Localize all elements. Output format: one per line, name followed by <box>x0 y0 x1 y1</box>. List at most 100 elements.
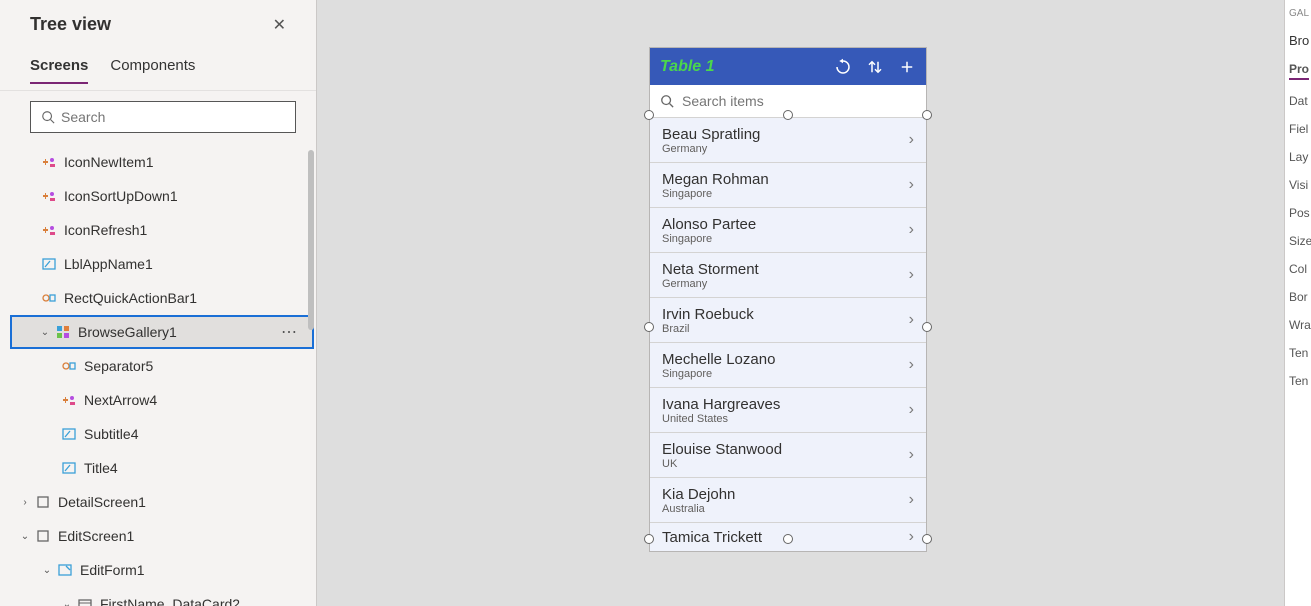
selection-handle[interactable] <box>922 110 932 120</box>
canvas-area[interactable]: Table 1 Beau SpratlingGermany›Megan Rohm… <box>317 0 1284 606</box>
add-icon[interactable] <box>898 58 916 76</box>
more-menu-icon[interactable]: ⋯ <box>281 322 298 342</box>
tree-item-iconsortupdown1[interactable]: IconSortUpDown1 <box>0 179 316 213</box>
chevron-right-icon[interactable]: › <box>909 131 914 149</box>
chevron-down-icon[interactable]: ⌄ <box>60 599 74 606</box>
prop-template[interactable]: Ten <box>1289 346 1307 360</box>
gallery-item[interactable]: Alonso ParteeSingapore› <box>650 208 926 253</box>
selection-handle[interactable] <box>644 534 654 544</box>
tree-item-firstnamedatacard2[interactable]: ⌄ FirstName_DataCard2 <box>0 587 316 606</box>
item-title: Elouise Stanwood <box>662 441 782 458</box>
chevron-right-icon[interactable]: › <box>909 528 914 546</box>
selection-handle[interactable] <box>783 110 793 120</box>
tree-item-iconnewitem1[interactable]: IconNewItem1 <box>0 145 316 179</box>
tree-item-separator5[interactable]: Separator5 <box>0 349 316 383</box>
rect-icon <box>60 359 78 373</box>
item-subtitle: Singapore <box>662 233 756 245</box>
tree-item-editform1[interactable]: ⌄ EditForm1 <box>0 553 316 587</box>
prop-border[interactable]: Bor <box>1289 290 1307 304</box>
gallery-item[interactable]: Ivana HargreavesUnited States › <box>650 388 926 433</box>
gallery-item[interactable]: Megan RohmanSingapore › <box>650 163 926 208</box>
app-header: Table 1 <box>650 48 926 85</box>
selection-handle[interactable] <box>783 534 793 544</box>
prop-fields[interactable]: Fiel <box>1289 122 1307 136</box>
prop-size[interactable]: Size <box>1289 234 1307 248</box>
item-subtitle: United States <box>662 413 780 425</box>
prop-data[interactable]: Dat <box>1289 94 1307 108</box>
chevron-right-icon[interactable]: › <box>909 176 914 194</box>
sort-icon[interactable] <box>866 58 884 76</box>
label-icon <box>40 257 58 271</box>
properties-panel: GAL Bro Pro Dat Fiel Lay Visi Pos Size C… <box>1284 0 1311 606</box>
screen-icon <box>34 495 52 509</box>
item-title: Tamica Trickett <box>662 529 762 546</box>
chevron-right-icon[interactable]: › <box>909 221 914 239</box>
chevron-right-icon[interactable]: › <box>909 311 914 329</box>
selection-handle[interactable] <box>644 110 654 120</box>
tab-screens[interactable]: Screens <box>30 57 88 84</box>
gallery-item[interactable]: Irvin RoebuckBrazil› <box>650 298 926 343</box>
form-icon <box>56 563 74 577</box>
tree-list: IconNewItem1 IconSortUpDown1 IconRefresh… <box>0 141 316 606</box>
tree-item-label: Subtitle4 <box>84 426 138 442</box>
tree-item-browsegallery1[interactable]: ⌄ BrowseGallery1 ⋯ <box>10 315 314 349</box>
selection-handle[interactable] <box>922 322 932 332</box>
gallery-item[interactable]: Mechelle LozanoSingapore› <box>650 343 926 388</box>
browse-gallery[interactable]: Beau SpratlingGermany›Megan RohmanSingap… <box>650 118 926 551</box>
chevron-down-icon[interactable]: ⌄ <box>38 327 52 338</box>
screen-icon <box>34 529 52 543</box>
tree-item-subtitle4[interactable]: Subtitle4 <box>0 417 316 451</box>
prop-layout[interactable]: Lay <box>1289 150 1307 164</box>
item-subtitle: Singapore <box>662 368 775 380</box>
refresh-icon[interactable] <box>834 58 852 76</box>
item-title: Neta Storment <box>662 261 759 278</box>
selection-handle[interactable] <box>644 322 654 332</box>
item-subtitle: UK <box>662 458 782 470</box>
prop-position[interactable]: Pos <box>1289 206 1307 220</box>
gallery-item[interactable]: Neta StormentGermany› <box>650 253 926 298</box>
item-title: Ivana Hargreaves <box>662 396 780 413</box>
chevron-right-icon[interactable]: › <box>909 491 914 509</box>
chevron-right-icon[interactable]: › <box>909 266 914 284</box>
tree-item-label: IconSortUpDown1 <box>64 188 178 204</box>
item-subtitle: Singapore <box>662 188 769 200</box>
tree-item-label: Separator5 <box>84 358 153 374</box>
item-title: Megan Rohman <box>662 171 769 188</box>
chevron-right-icon[interactable]: › <box>18 497 32 508</box>
tab-properties[interactable]: Pro <box>1289 62 1309 80</box>
chevron-right-icon[interactable]: › <box>909 401 914 419</box>
item-subtitle: Germany <box>662 143 760 155</box>
tree-item-rectquickactionbar1[interactable]: RectQuickActionBar1 <box>0 281 316 315</box>
selection-handle[interactable] <box>922 534 932 544</box>
prop-wrap[interactable]: Wra <box>1289 318 1307 332</box>
tree-item-iconrefresh1[interactable]: IconRefresh1 <box>0 213 316 247</box>
prop-template2[interactable]: Ten <box>1289 374 1307 388</box>
tree-tabs: Screens Components <box>0 39 316 91</box>
tree-search-box[interactable] <box>30 101 296 133</box>
app-search-input[interactable] <box>682 93 916 109</box>
item-title: Kia Dejohn <box>662 486 735 503</box>
tree-item-lblappname1[interactable]: LblAppName1 <box>0 247 316 281</box>
chevron-right-icon[interactable]: › <box>909 356 914 374</box>
plus-icon <box>40 223 58 237</box>
chevron-down-icon[interactable]: ⌄ <box>40 565 54 576</box>
label-icon <box>60 427 78 441</box>
gallery-item[interactable]: Elouise StanwoodUK › <box>650 433 926 478</box>
prop-visible[interactable]: Visi <box>1289 178 1307 192</box>
tab-components[interactable]: Components <box>110 57 195 84</box>
tree-scrollbar[interactable] <box>308 150 314 330</box>
tree-search-input[interactable] <box>61 109 285 125</box>
chevron-right-icon[interactable]: › <box>909 446 914 464</box>
tree-item-editscreen1[interactable]: ⌄ EditScreen1 <box>0 519 316 553</box>
tree-item-nextarrow4[interactable]: NextArrow4 <box>0 383 316 417</box>
prop-color[interactable]: Col <box>1289 262 1307 276</box>
gallery-item[interactable]: Kia DejohnAustralia› <box>650 478 926 523</box>
tree-item-label: EditForm1 <box>80 562 145 578</box>
selected-control-name: Bro <box>1289 33 1307 48</box>
close-icon[interactable]: ✕ <box>273 15 286 35</box>
tree-item-detailscreen1[interactable]: › DetailScreen1 <box>0 485 316 519</box>
tree-item-label: IconNewItem1 <box>64 154 153 170</box>
gallery-item[interactable]: Beau SpratlingGermany› <box>650 118 926 163</box>
tree-item-title4[interactable]: Title4 <box>0 451 316 485</box>
chevron-down-icon[interactable]: ⌄ <box>18 531 32 542</box>
